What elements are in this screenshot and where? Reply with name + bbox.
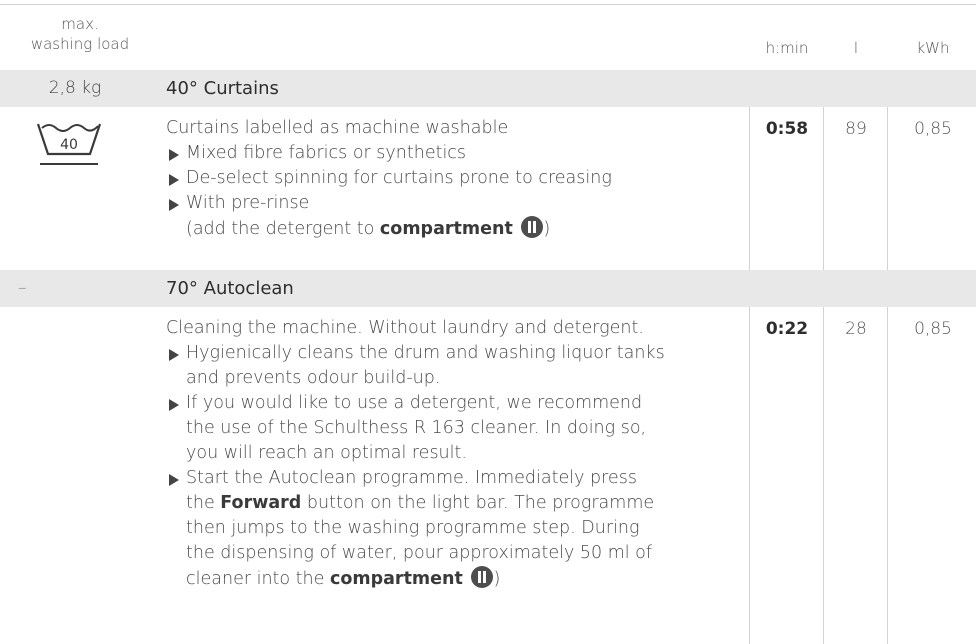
text-fragment: (add the detergent to: [186, 219, 380, 239]
bullet-continuation: and prevents odour build-up.: [186, 368, 441, 388]
column-divider: [887, 107, 888, 270]
bullet-item: With pre-rinse: [166, 191, 746, 216]
programme-description-autoclean: Cleaning the machine. Without laundry an…: [166, 316, 746, 592]
bullet-continuation: then jumps to the washing programme step…: [186, 518, 640, 538]
programme-litres: 89: [845, 119, 867, 139]
compartment-II-icon: [521, 216, 544, 238]
programme-time: 0:22: [765, 319, 809, 339]
description-intro: Curtains labelled as machine washable: [166, 118, 509, 138]
programme-title: 40° Curtains: [166, 78, 279, 99]
compartment-II-icon: [471, 566, 494, 588]
bullet-continuation: (add the detergent to compartment ): [166, 216, 746, 242]
header-washing-load: max. washing load: [0, 14, 160, 54]
programme-band-autoclean: – 70° Autoclean: [0, 270, 976, 307]
bullet-continuation: you will reach an optimal result.: [186, 443, 467, 463]
header-load-line1: max.: [61, 15, 99, 33]
care-symbol-temp: 40: [60, 137, 78, 153]
text-fragment: button on the light bar. The programme: [301, 493, 655, 513]
text-fragment: the: [186, 493, 221, 513]
bullet-item: De-select spinning for curtains prone to…: [166, 166, 746, 191]
text-fragment: ): [493, 569, 501, 589]
bullet-item: Hygienically cleans the drum and washing…: [166, 341, 746, 366]
programme-litres: 28: [845, 319, 867, 339]
bullet-continuation: the use of the Schulthess R 163 cleaner.…: [186, 418, 647, 438]
text-fragment: ): [543, 219, 551, 239]
bullet-continuation: the dispensing of water, pour approximat…: [186, 543, 653, 563]
programme-description-curtains: Curtains labelled as machine washable Mi…: [166, 116, 746, 242]
wash-tub-40-icon: 40: [34, 118, 104, 170]
programme-load: 2,8 kg: [48, 78, 102, 98]
column-divider: [749, 107, 750, 270]
bullet-item: If you would like to use a detergent, we…: [166, 391, 746, 416]
bullet-continuation: cleaner into the compartment ): [166, 566, 746, 592]
compartment-label: compartment: [329, 569, 463, 589]
text-fragment: cleaner into the: [186, 569, 330, 589]
forward-button-label: Forward: [220, 493, 302, 513]
description-intro: Cleaning the machine. Without laundry an…: [166, 318, 644, 338]
column-divider: [823, 107, 824, 270]
header-time: h:min: [765, 39, 809, 57]
programme-load: –: [18, 278, 27, 298]
column-divider: [749, 307, 750, 644]
column-divider: [823, 307, 824, 644]
compartment-label: compartment: [379, 219, 513, 239]
bullet-continuation: the Forward button on the light bar. The…: [166, 491, 746, 516]
header-litres: l: [853, 39, 859, 57]
header-load-line2: washing load: [30, 35, 130, 53]
programme-time: 0:58: [765, 119, 809, 139]
column-divider: [887, 307, 888, 644]
bullet-item: Mixed fibre fabrics or synthetics: [166, 141, 746, 166]
programme-band-curtains: 2,8 kg 40° Curtains: [0, 70, 976, 107]
programme-energy: 0,85: [914, 119, 952, 139]
programme-energy: 0,85: [914, 319, 952, 339]
header-energy: kWh: [916, 39, 950, 57]
top-rule: [0, 4, 976, 5]
bullet-item: Start the Autoclean programme. Immediate…: [166, 466, 746, 491]
programme-title: 70° Autoclean: [166, 278, 294, 299]
